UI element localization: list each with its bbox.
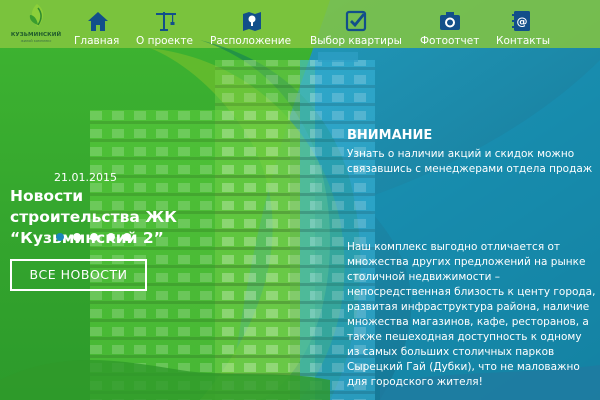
nav-label-about: О проекте	[136, 35, 193, 47]
nav-label-location: Расположение	[210, 35, 292, 47]
nav-item-about[interactable]: О проекте	[134, 6, 194, 47]
slider-dot-2[interactable]	[73, 233, 81, 241]
map-pin-icon	[243, 12, 261, 31]
nav-item-photo-report[interactable]: Фотоотчет	[418, 6, 484, 47]
nav-label-contacts: Контакты	[496, 35, 551, 47]
nav-label-photo-report: Фотоотчет	[420, 35, 480, 47]
news-date: 21.01.2015	[54, 171, 117, 184]
complex-description: Наш комплекс выгодно отличается от множе…	[347, 241, 596, 388]
attention-heading: ВНИМАНИЕ	[347, 128, 433, 143]
attention-text: Узнать о наличии акций и скидок можно св…	[347, 148, 593, 175]
address-book-icon: @	[512, 11, 530, 31]
brand-name: КУЗЬМИНСКИЙ	[10, 32, 62, 38]
house-icon	[88, 12, 108, 31]
slider-dot-1[interactable]	[56, 233, 64, 241]
slider-dot-4[interactable]	[107, 233, 115, 241]
slider-dot-3[interactable]	[90, 233, 98, 241]
nav-item-location[interactable]: Расположение	[208, 6, 294, 47]
leaf-logo-icon	[29, 4, 44, 27]
crane-icon	[156, 12, 176, 31]
brand-tagline: жилой комплекс	[20, 39, 52, 43]
brand-logo[interactable]: КУЗЬМИНСКИЙ жилой комплекс	[6, 3, 62, 45]
nav-item-contacts[interactable]: @ Контакты	[494, 6, 554, 47]
all-news-button[interactable]: ВСЕ НОВОСТИ	[10, 259, 147, 291]
top-navigation-bar: КУЗЬМИНСКИЙ жилой комплекс Главная О про…	[0, 0, 600, 48]
svg-text:@: @	[517, 15, 528, 28]
checkbox-icon	[345, 10, 367, 32]
camera-icon	[440, 12, 460, 30]
nav-label-apartments: Выбор квартиры	[310, 35, 402, 47]
slider-dot-5[interactable]	[123, 233, 131, 241]
nav-label-home: Главная	[74, 35, 120, 47]
nav-item-apartments[interactable]: Выбор квартиры	[308, 6, 408, 47]
nav-item-home[interactable]: Главная	[72, 6, 124, 47]
